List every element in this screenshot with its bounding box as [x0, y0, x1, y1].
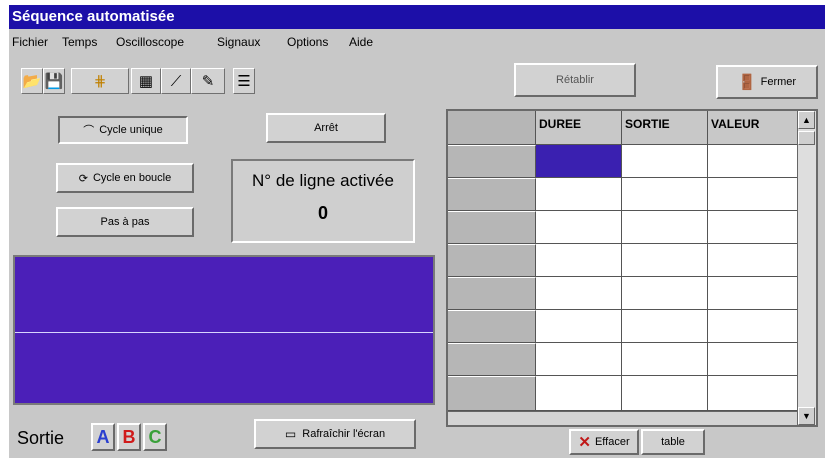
pattern-icon[interactable]: ▦: [131, 68, 161, 94]
save-icon[interactable]: 💾: [43, 68, 65, 94]
sequence-table[interactable]: DUREE SORTIE VALEUR ▲ ▼: [446, 109, 818, 427]
table-cell[interactable]: [708, 178, 800, 211]
delete-x-icon: ✕: [578, 434, 591, 451]
curve-icon[interactable]: ⟋: [161, 68, 191, 94]
table-cell[interactable]: [708, 244, 800, 277]
effacer-label: Effacer: [594, 436, 630, 448]
row-header[interactable]: [448, 178, 536, 211]
fermer-label: Fermer: [760, 76, 797, 88]
menu-temps[interactable]: Temps: [62, 35, 97, 49]
table-cell[interactable]: [622, 178, 708, 211]
rafraichir-label: Rafraîchir l'écran: [302, 428, 386, 440]
horizontal-scrollbar[interactable]: [448, 411, 798, 425]
effacer-button[interactable]: ✕ Effacer: [569, 429, 639, 455]
column-header-valeur[interactable]: VALEUR: [708, 111, 800, 145]
table-cell[interactable]: [622, 376, 708, 411]
channel-a-button[interactable]: A: [91, 423, 115, 451]
cycle-unique-button[interactable]: ⌒ Cycle unique: [58, 116, 188, 144]
table-button[interactable]: table: [641, 429, 705, 455]
menu-options[interactable]: Options: [287, 35, 328, 49]
retablir-button[interactable]: Rétablir: [514, 63, 636, 97]
arret-button[interactable]: Arrêt: [266, 113, 386, 143]
table-cell[interactable]: [708, 343, 800, 376]
vertical-scrollbar[interactable]: ▲ ▼: [797, 111, 816, 425]
table-cell[interactable]: [708, 277, 800, 310]
table-cell[interactable]: [622, 343, 708, 376]
table-cell[interactable]: [708, 310, 800, 343]
window-title: Séquence automatisée: [12, 8, 175, 25]
title-bar: Séquence automatisée: [9, 5, 825, 29]
list-icon[interactable]: ☰: [233, 68, 255, 94]
corner-cell: [448, 111, 536, 145]
rafraichir-button[interactable]: ▭ Rafraîchir l'écran: [254, 419, 416, 449]
column-header-sortie[interactable]: SORTIE: [622, 111, 708, 145]
pas-a-pas-label: Pas à pas: [100, 216, 150, 228]
table-cell[interactable]: [536, 277, 622, 310]
scroll-thumb[interactable]: [798, 131, 815, 145]
channel-b-button[interactable]: B: [117, 423, 141, 451]
menu-aide[interactable]: Aide: [349, 35, 373, 49]
open-icon[interactable]: 📂: [21, 68, 43, 94]
table-cell[interactable]: [622, 310, 708, 343]
scroll-down-icon[interactable]: ▼: [798, 407, 815, 425]
row-header[interactable]: [448, 211, 536, 244]
oscilloscope-display: [13, 255, 435, 405]
active-line-label: N° de ligne activée: [252, 171, 394, 190]
pen-icon[interactable]: ✎: [191, 68, 225, 94]
menu-signaux[interactable]: Signaux: [217, 35, 260, 49]
loop-icon: ⟳: [78, 172, 88, 185]
pas-a-pas-button[interactable]: Pas à pas: [56, 207, 194, 237]
table-cell[interactable]: [708, 145, 800, 178]
scroll-up-icon[interactable]: ▲: [798, 111, 815, 129]
cycle-unique-label: Cycle unique: [99, 124, 163, 136]
table-cell[interactable]: [622, 211, 708, 244]
grid-icon[interactable]: ⋕: [71, 68, 129, 94]
channel-a-label: A: [96, 426, 110, 447]
table-cell[interactable]: [708, 376, 800, 411]
table-label: table: [661, 436, 685, 448]
table-cell[interactable]: [622, 277, 708, 310]
active-line-value: 0: [317, 203, 328, 223]
sortie-label: Sortie: [17, 428, 65, 448]
table-cell[interactable]: [536, 211, 622, 244]
screen-icon: ▭: [284, 427, 297, 441]
row-header[interactable]: [448, 310, 536, 343]
channel-b-label: B: [122, 426, 136, 447]
fermer-button[interactable]: 🚪 Fermer: [716, 65, 818, 99]
cycle-boucle-label: Cycle en boucle: [92, 172, 172, 184]
app-window: Séquence automatisée Fichier Temps Oscil…: [8, 5, 825, 458]
retablir-label: Rétablir: [556, 74, 594, 86]
channel-c-label: C: [148, 426, 162, 447]
menu-oscilloscope[interactable]: Oscilloscope: [116, 35, 184, 49]
table-cell[interactable]: [536, 343, 622, 376]
row-header[interactable]: [448, 343, 536, 376]
row-header[interactable]: [448, 244, 536, 277]
table-cell-selected[interactable]: [536, 145, 622, 178]
scope-trace: [15, 332, 433, 333]
table-cell[interactable]: [536, 244, 622, 277]
table-cell[interactable]: [536, 376, 622, 411]
row-header[interactable]: [448, 145, 536, 178]
table-cell[interactable]: [622, 244, 708, 277]
table-cell[interactable]: [708, 211, 800, 244]
active-line-panel: N° de ligne activée 0: [231, 159, 415, 243]
door-icon: 🚪: [737, 74, 757, 91]
channel-c-button[interactable]: C: [143, 423, 167, 451]
arret-label: Arrêt: [314, 122, 338, 134]
row-header[interactable]: [448, 277, 536, 310]
column-header-duree[interactable]: DUREE: [536, 111, 622, 145]
cycle-unique-icon: ⌒: [83, 125, 95, 137]
menu-fichier[interactable]: Fichier: [12, 35, 48, 49]
table-cell[interactable]: [536, 178, 622, 211]
cycle-boucle-button[interactable]: ⟳ Cycle en boucle: [56, 163, 194, 193]
table-cell[interactable]: [622, 145, 708, 178]
table-cell[interactable]: [536, 310, 622, 343]
row-header[interactable]: [448, 376, 536, 411]
